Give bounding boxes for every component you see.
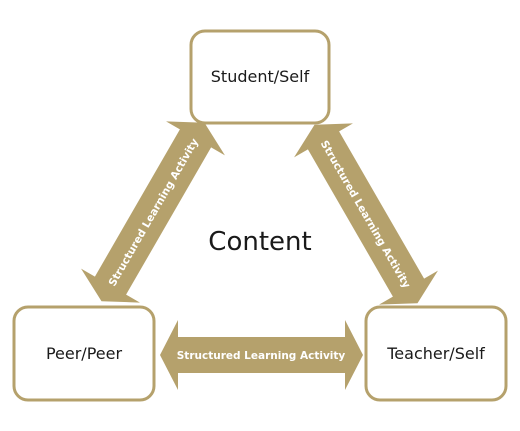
node-teacher-self-label: Teacher/Self [386, 344, 485, 363]
arrow-student-teacher-label: Structured Learning Activity [318, 139, 413, 291]
learning-triangle-diagram: Structured Learning Activity Structured … [12, 29, 508, 402]
node-peer-peer-label: Peer/Peer [46, 344, 123, 363]
node-student-self: Student/Self [189, 29, 331, 125]
arrow-peer-teacher-label: Structured Learning Activity [177, 350, 346, 362]
node-student-self-label: Student/Self [211, 67, 310, 86]
center-label: Content [208, 227, 311, 257]
arrow-student-peer: Structured Learning Activity [81, 121, 225, 303]
arrow-student-peer-label: Structured Learning Activity [107, 136, 202, 288]
node-teacher-self: Teacher/Self [364, 305, 508, 402]
arrow-peer-teacher: Structured Learning Activity [160, 320, 363, 390]
arrow-student-teacher: Structured Learning Activity [294, 123, 438, 305]
node-peer-peer: Peer/Peer [12, 305, 156, 402]
